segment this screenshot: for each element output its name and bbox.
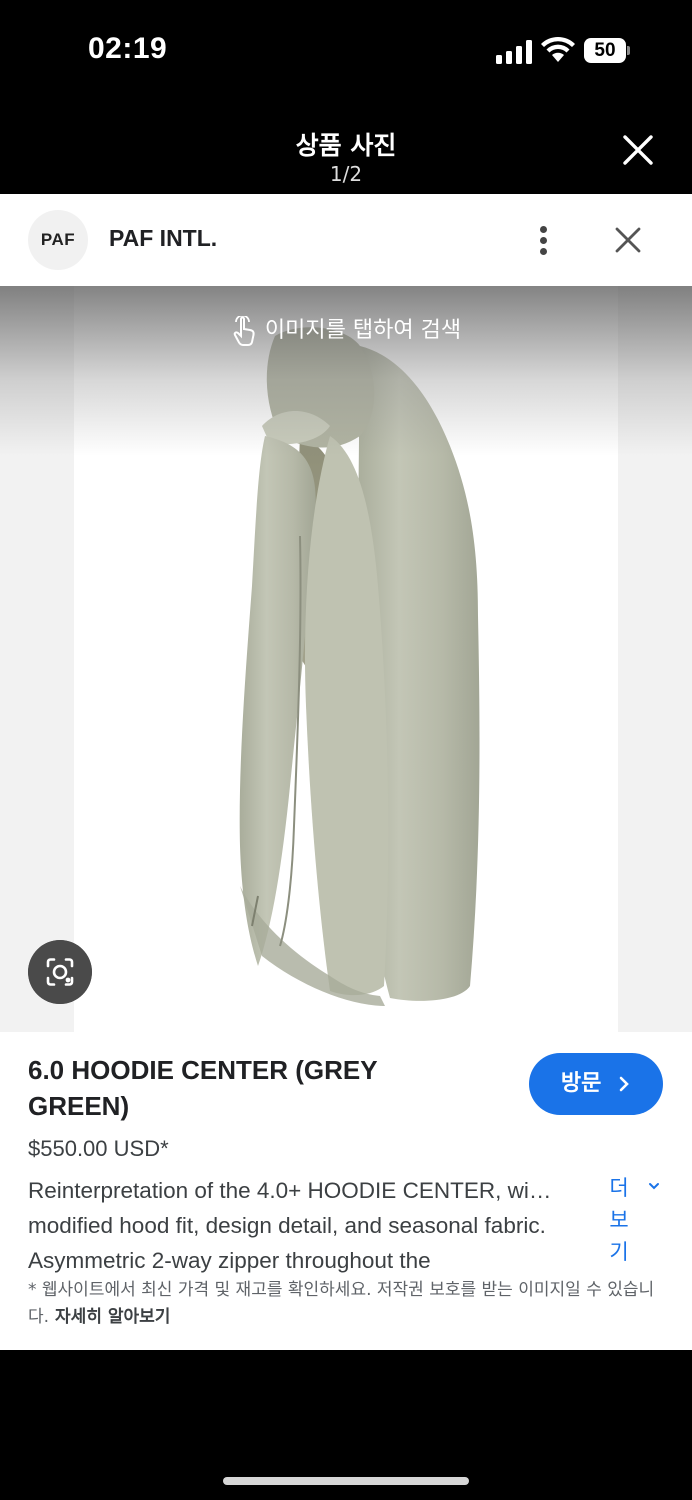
- source-name[interactable]: PAF INTL.: [109, 225, 217, 252]
- product-title[interactable]: 6.0 HOODIE CENTER (GREY GREEN): [28, 1052, 468, 1124]
- chevron-right-icon: [619, 1076, 629, 1092]
- cellular-signal-icon: [496, 40, 532, 64]
- result-sheet: PAF PAF INTL. 이미지를 탭하여 검색 6.0 HOODIE CEN…: [0, 194, 692, 1350]
- disclaimer: * 웹사이트에서 최신 가격 및 재고를 확인하세요. 저작권 보호를 받는 이…: [28, 1277, 668, 1331]
- battery-icon: 50: [584, 38, 630, 63]
- show-more-link[interactable]: 더 보기: [606, 1172, 632, 1268]
- battery-level: 50: [584, 38, 626, 63]
- close-icon[interactable]: [618, 130, 658, 170]
- source-logo[interactable]: PAF: [28, 210, 88, 270]
- viewer-header: 상품 사진 1/2: [0, 100, 692, 194]
- product-description: Reinterpretation of the 4.0+ HOODIE CENT…: [28, 1178, 552, 1273]
- tap-hand-icon: [233, 316, 255, 346]
- lens-icon[interactable]: [28, 940, 92, 1004]
- visit-button[interactable]: 방문: [529, 1053, 663, 1115]
- product-price: $550.00 USD*: [28, 1136, 169, 1161]
- tap-to-search-hint[interactable]: 이미지를 탭하여 검색: [0, 312, 692, 346]
- chevron-down-icon[interactable]: [646, 1178, 662, 1194]
- source-bar: PAF PAF INTL.: [0, 194, 692, 286]
- learn-more-link[interactable]: 자세히 알아보기: [55, 1307, 170, 1327]
- status-bar: 02:19 50: [0, 0, 692, 100]
- wifi-icon: [541, 36, 575, 62]
- product-image[interactable]: 이미지를 탭하여 검색: [0, 286, 692, 1032]
- status-time: 02:19: [88, 32, 168, 65]
- tap-hint-text: 이미지를 탭하여 검색: [264, 318, 462, 343]
- image-counter: 1/2: [329, 162, 363, 186]
- close-sheet-icon[interactable]: [612, 224, 644, 256]
- viewer-title: 상품 사진: [295, 131, 397, 160]
- more-options-icon[interactable]: [530, 220, 558, 260]
- visit-label: 방문: [560, 1071, 602, 1096]
- product-info: 6.0 HOODIE CENTER (GREY GREEN) 방문 $550.0…: [0, 1032, 692, 1350]
- home-indicator[interactable]: [223, 1477, 469, 1485]
